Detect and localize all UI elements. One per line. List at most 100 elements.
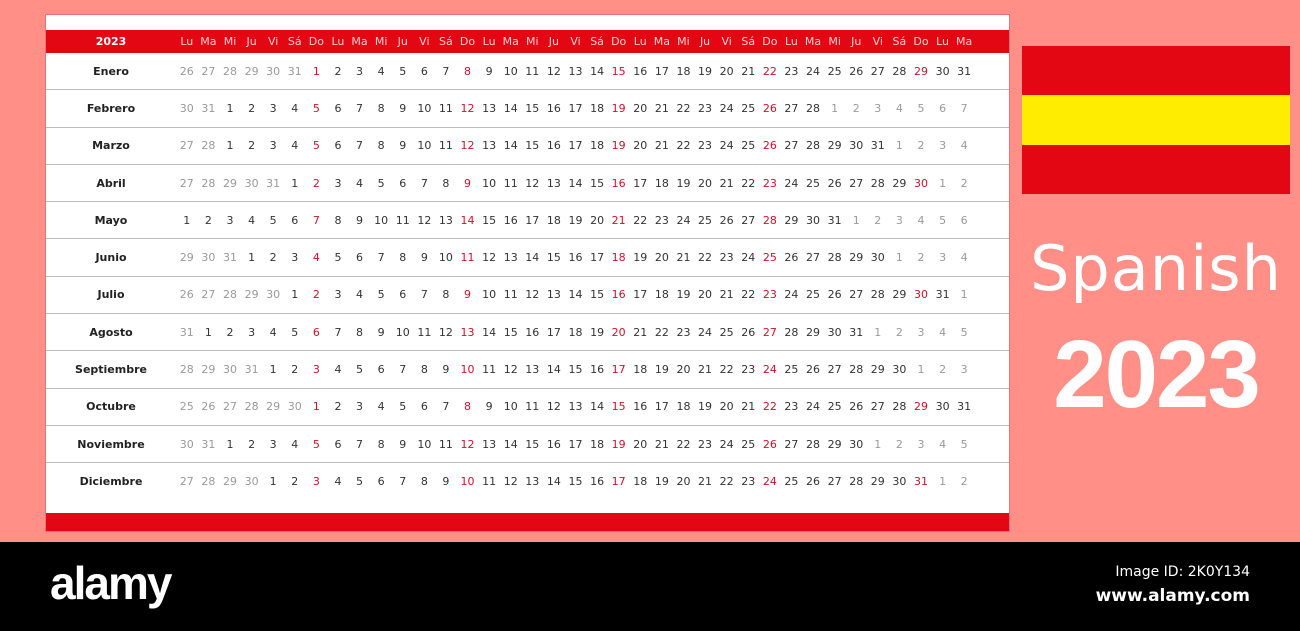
day-cell: 10 (438, 251, 453, 265)
day-cell-sunday: 26 (762, 437, 777, 451)
day-cell: 16 (546, 101, 561, 115)
day-cell: 10 (503, 64, 518, 78)
day-cell-other-month: 29 (179, 251, 194, 265)
day-cell: 24 (741, 251, 756, 265)
day-cell: 24 (806, 400, 821, 414)
day-cell-sunday: 2 (312, 288, 320, 302)
day-cell: 14 (482, 325, 497, 339)
day-cell-other-month: 1 (917, 363, 925, 377)
day-cell: 24 (676, 213, 691, 227)
year-title: 2023 (1053, 321, 1261, 428)
day-cell: 11 (438, 101, 453, 115)
day-cell-sunday: 10 (460, 475, 475, 489)
day-cell: 8 (356, 325, 364, 339)
day-cell: 12 (482, 251, 497, 265)
day-cell: 1 (291, 176, 299, 190)
month-name: Febrero (86, 101, 136, 115)
day-cell: 17 (568, 139, 583, 153)
day-cell: 25 (806, 288, 821, 302)
day-cell: 6 (399, 288, 407, 302)
day-cell: 11 (482, 475, 497, 489)
day-cell: 23 (654, 213, 669, 227)
day-cell: 2 (291, 475, 299, 489)
day-cell: 29 (784, 213, 799, 227)
day-cell: 2 (226, 325, 234, 339)
day-cell-other-month: 30 (244, 475, 259, 489)
day-cell: 13 (525, 363, 540, 377)
day-cell-sunday: 15 (611, 64, 626, 78)
day-cell: 9 (420, 251, 428, 265)
day-cell-sunday: 24 (762, 363, 777, 377)
day-cell: 26 (741, 325, 756, 339)
weekday-header: Ma (653, 35, 670, 48)
day-cell: 24 (719, 139, 734, 153)
brand-logo[interactable]: alamy (50, 556, 172, 610)
day-cell: 9 (485, 400, 493, 414)
day-cell: 4 (356, 176, 364, 190)
site-url-link[interactable]: www.alamy.com (1096, 586, 1250, 606)
day-cell: 23 (676, 325, 691, 339)
day-cell: 13 (525, 475, 540, 489)
day-cell: 25 (784, 363, 799, 377)
day-cell: 18 (654, 176, 669, 190)
day-cell: 5 (356, 363, 364, 377)
day-cell: 27 (741, 213, 756, 227)
day-cell: 19 (590, 325, 605, 339)
image-id-label: Image ID: 2K0Y134 (1115, 564, 1250, 580)
day-cell: 28 (849, 475, 864, 489)
day-cell: 29 (870, 475, 885, 489)
day-cell: 7 (377, 251, 385, 265)
day-cell-sunday: 1 (312, 64, 320, 78)
day-cell: 14 (503, 437, 518, 451)
day-cell-sunday: 5 (312, 437, 320, 451)
day-cell: 22 (654, 325, 669, 339)
day-cell: 26 (849, 64, 864, 78)
weekday-header: Sá (590, 35, 604, 48)
day-cell: 4 (248, 213, 256, 227)
day-cell: 10 (503, 400, 518, 414)
day-cell: 24 (784, 288, 799, 302)
day-cell: 28 (870, 176, 885, 190)
day-cell: 1 (183, 213, 191, 227)
day-cell: 13 (568, 400, 583, 414)
weekday-header: Ju (548, 35, 559, 48)
day-cell: 9 (399, 139, 407, 153)
day-cell: 8 (442, 176, 450, 190)
day-cell: 11 (482, 363, 497, 377)
day-cell: 4 (356, 288, 364, 302)
day-cell-other-month: 1 (852, 213, 860, 227)
day-cell: 5 (334, 251, 342, 265)
day-cell: 12 (525, 288, 540, 302)
day-cell-sunday: 9 (464, 288, 472, 302)
day-cell: 14 (525, 251, 540, 265)
day-cell: 22 (719, 475, 734, 489)
day-cell-other-month: 2 (917, 139, 925, 153)
day-cell: 9 (356, 213, 364, 227)
day-cell-sunday: 22 (762, 64, 777, 78)
month-name: Enero (93, 64, 129, 78)
weekday-header: Ma (200, 35, 217, 48)
day-cell: 11 (438, 437, 453, 451)
day-cell: 25 (741, 139, 756, 153)
day-cell-other-month: 30 (222, 363, 237, 377)
day-cell: 9 (442, 475, 450, 489)
day-cell: 8 (399, 251, 407, 265)
weekday-header: Sá (892, 35, 907, 48)
day-cell-sunday: 20 (611, 325, 626, 339)
day-cell-other-month: 6 (960, 213, 968, 227)
month-row: Abril 27 28 29 30 31 1 2 3 4 5 6 7 8 9 10 11 12 13 14 15 16 17… (46, 165, 1009, 203)
day-cell: 7 (334, 325, 342, 339)
day-cell: 19 (676, 176, 691, 190)
day-cell: 10 (417, 101, 432, 115)
weekday-header: Lu (633, 35, 647, 48)
day-cell: 9 (399, 101, 407, 115)
day-cell-sunday: 19 (611, 139, 626, 153)
day-cell: 28 (892, 64, 907, 78)
day-cell: 25 (784, 475, 799, 489)
day-cell: 1 (226, 101, 234, 115)
day-cell: 8 (442, 288, 450, 302)
weekday-header: Mi (677, 35, 690, 48)
month-row: Marzo 27 28 1 2 3 4 5 6 7 8 9 10 11 12 13 14 15 16 17 18 19 20… (46, 128, 1009, 165)
day-cell: 15 (546, 251, 561, 265)
day-cell-sunday: 19 (611, 101, 626, 115)
